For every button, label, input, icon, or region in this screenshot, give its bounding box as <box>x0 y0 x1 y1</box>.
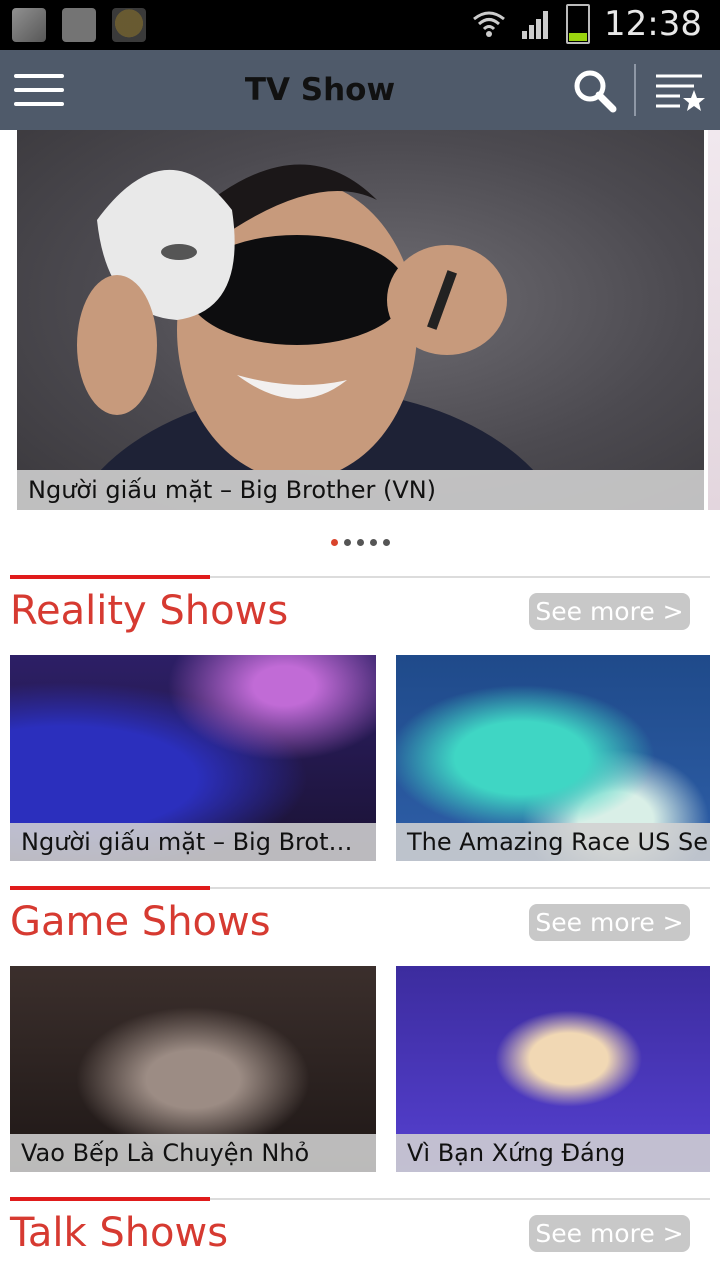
featured-slide[interactable]: Người giấu mặt – Big Brother (VN) <box>17 130 704 510</box>
next-slide-peek[interactable] <box>708 130 720 510</box>
see-more-button[interactable]: See more > <box>529 1215 690 1252</box>
section-accent-rule <box>10 1197 210 1201</box>
show-tile[interactable]: Vì Bạn Xứng Đáng <box>396 966 710 1172</box>
carousel-indicator <box>0 539 720 551</box>
show-tile-caption: Vì Bạn Xứng Đáng <box>396 1134 710 1172</box>
featured-caption: Người giấu mặt – Big Brother (VN) <box>17 470 704 510</box>
signal-icon <box>520 9 552 39</box>
section-accent-rule <box>10 886 210 890</box>
show-tile[interactable]: Người giấu mặt – Big Brot… <box>10 655 376 861</box>
show-tile[interactable]: Vao Bếp Là Chuyện Nhỏ <box>10 966 376 1172</box>
see-more-button[interactable]: See more > <box>529 904 690 941</box>
section-talk-shows: Talk Shows See more > <box>10 1197 710 1280</box>
status-bar: 12:38 <box>0 0 720 50</box>
section-reality-shows: Reality Shows See more > Người giấu mặt … <box>10 575 710 866</box>
gallery-notification-icon <box>12 8 46 42</box>
featured-image <box>77 164 534 470</box>
see-more-button[interactable]: See more > <box>529 593 690 630</box>
section-accent-rule <box>10 575 210 579</box>
battery-icon <box>566 4 591 44</box>
favorites-list-icon[interactable] <box>654 72 706 112</box>
carousel-dot <box>356 539 364 546</box>
app-bar: TV Show <box>0 50 720 130</box>
section-title: Reality Shows <box>10 588 289 634</box>
android-debug-icon <box>112 8 146 42</box>
carousel-dot <box>369 539 377 546</box>
toolbar-divider <box>634 64 636 116</box>
show-tile-caption: The Amazing Race US Se <box>396 823 710 861</box>
show-tile[interactable]: The Amazing Race US Se <box>396 655 710 861</box>
carousel-dot <box>382 539 390 546</box>
show-tile-caption: Vao Bếp Là Chuyện Nhỏ <box>10 1134 376 1172</box>
carousel-dot <box>343 539 351 546</box>
show-tile-caption: Người giấu mặt – Big Brot… <box>10 823 376 861</box>
search-icon[interactable] <box>572 68 618 114</box>
status-time: 12:38 <box>604 4 702 44</box>
section-title: Game Shows <box>10 899 271 945</box>
section-title: Talk Shows <box>10 1210 229 1256</box>
featured-carousel[interactable]: Người giấu mặt – Big Brother (VN) <box>0 130 720 510</box>
page-title: TV Show <box>244 72 396 108</box>
section-game-shows: Game Shows See more > Vao Bếp Là Chuyện … <box>10 886 710 1177</box>
usb-notification-icon <box>62 8 96 42</box>
carousel-dot-active <box>330 539 338 546</box>
wifi-icon <box>473 11 505 37</box>
